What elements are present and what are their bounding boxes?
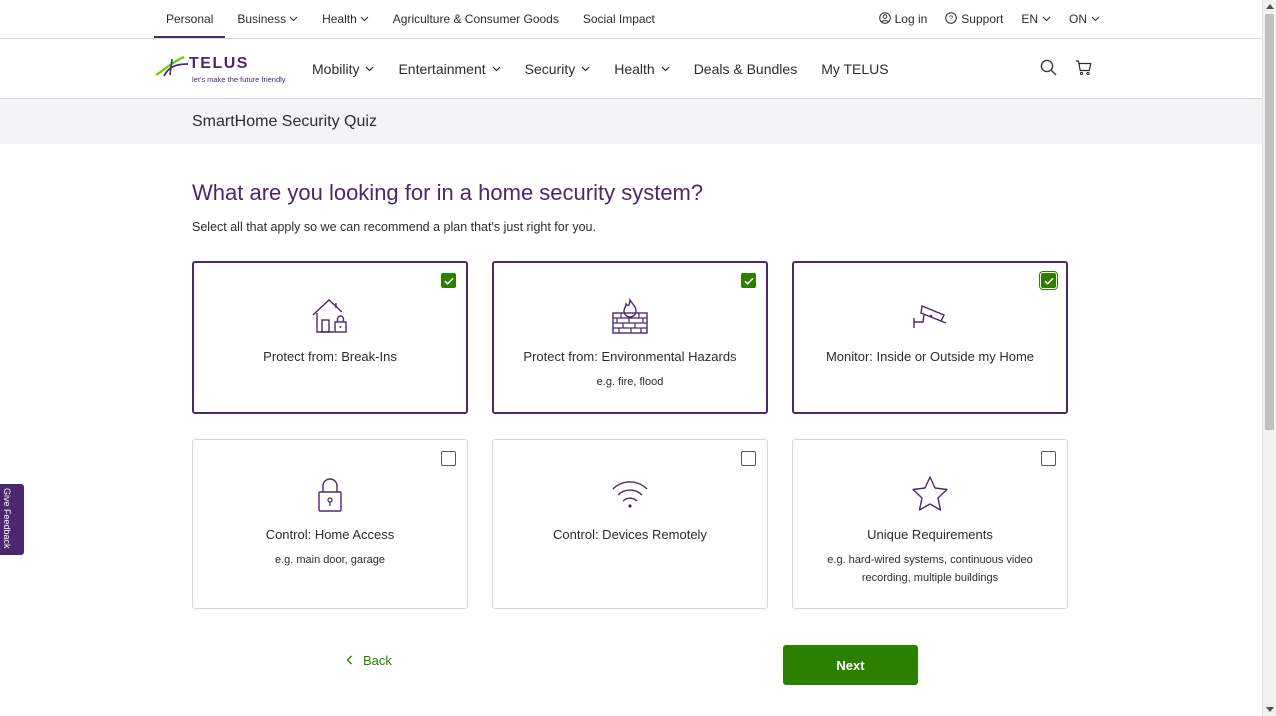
logo-wordmark: TELUS <box>189 55 249 72</box>
nav-label: Mobility <box>312 60 360 77</box>
nav-mobility[interactable]: Mobility <box>312 61 374 77</box>
segment-label: Agriculture & Consumer Goods <box>392 12 559 26</box>
give-feedback-tab[interactable]: Give Feedback <box>0 484 24 555</box>
province-label: ON <box>1069 12 1087 26</box>
search-icon[interactable] <box>1040 59 1057 81</box>
support-link[interactable]: ? Support <box>945 11 1004 27</box>
nav-actions <box>1040 59 1092 81</box>
language-label: EN <box>1021 12 1038 26</box>
province-selector[interactable]: ON <box>1069 12 1100 26</box>
wifi-icon <box>610 474 650 514</box>
chevron-down-icon <box>365 66 374 72</box>
nav-label: Entertainment <box>398 60 486 77</box>
padlock-icon <box>310 474 350 514</box>
option-label: Control: Home Access <box>265 527 395 542</box>
option-label: Monitor: Inside or Outside my Home <box>825 349 1035 364</box>
segment-business[interactable]: Business <box>225 0 310 38</box>
option-example: e.g. fire, flood <box>596 376 664 388</box>
scroll-thumb[interactable] <box>1265 14 1274 430</box>
option-card-monitor[interactable]: Monitor: Inside or Outside my Home <box>792 261 1068 414</box>
nav-my-telus[interactable]: My TELUS <box>821 61 888 77</box>
option-checkbox[interactable] <box>741 273 756 288</box>
chevron-down-icon <box>360 16 369 22</box>
segment-label: Health <box>322 12 357 26</box>
fire-wall-icon <box>610 296 650 336</box>
svg-text:?: ? <box>949 13 953 22</box>
option-card-break-ins[interactable]: Protect from: Break-Ins <box>192 261 468 414</box>
segment-label: Social Impact <box>582 12 655 26</box>
user-icon <box>878 11 891 27</box>
logo-tagline: let's make the future friendly <box>192 75 286 84</box>
segment-agriculture[interactable]: Agriculture & Consumer Goods <box>381 0 571 38</box>
chevron-left-icon <box>346 653 353 668</box>
scroll-up-arrow-icon[interactable] <box>1266 4 1274 9</box>
option-label: Unique Requirements <box>867 527 993 542</box>
login-label: Log in <box>894 12 928 26</box>
support-label: Support <box>961 12 1004 26</box>
option-checkbox[interactable] <box>1041 451 1056 466</box>
option-label: Control: Devices Remotely <box>553 527 707 542</box>
nav-label: Health <box>614 60 655 77</box>
utility-bar: Personal Business Health Agriculture & C… <box>0 0 1262 39</box>
back-button[interactable]: Back <box>346 653 392 668</box>
segment-health[interactable]: Health <box>310 0 381 38</box>
option-label: Protect from: Break-Ins <box>263 349 397 364</box>
telus-logo[interactable]: TELUS let's make the future friendly <box>154 55 290 85</box>
security-camera-icon <box>910 296 950 336</box>
nav-label: Deals & Bundles <box>693 60 798 77</box>
segment-personal[interactable]: Personal <box>154 0 226 38</box>
option-checkbox[interactable] <box>1041 273 1056 288</box>
segment-label: Business <box>237 12 287 26</box>
option-card-unique-requirements[interactable]: Unique Requirements e.g. hard-wired syst… <box>792 439 1068 609</box>
nav-deals-bundles[interactable]: Deals & Bundles <box>694 61 798 77</box>
house-lock-icon <box>310 296 350 336</box>
segment-nav: Personal Business Health Agriculture & C… <box>154 0 667 38</box>
language-selector[interactable]: EN <box>1021 12 1051 26</box>
nav-health[interactable]: Health <box>614 60 670 77</box>
primary-nav-links: Mobility Entertainment Security Health D… <box>312 39 889 98</box>
option-example: e.g. main door, garage <box>274 554 386 566</box>
telus-swoosh-icon <box>155 56 189 77</box>
login-link[interactable]: Log in <box>878 11 928 27</box>
option-label: Protect from: Environmental Hazards <box>523 349 737 364</box>
page-heading: What are you looking for in a home secur… <box>192 180 704 205</box>
page-subheading: Select all that apply so we can recommen… <box>192 220 596 234</box>
utility-links: Log in ? Support EN ON <box>878 0 1100 38</box>
star-icon <box>910 474 950 514</box>
segment-social-impact[interactable]: Social Impact <box>571 0 667 38</box>
main-nav: TELUS let's make the future friendly Mob… <box>0 39 1262 99</box>
nav-entertainment[interactable]: Entertainment <box>398 60 501 77</box>
quiz-title-band: SmartHome Security Quiz <box>0 99 1262 144</box>
chevron-down-icon <box>1091 16 1100 22</box>
option-card-devices-remotely[interactable]: Control: Devices Remotely <box>492 439 768 609</box>
chevron-down-icon <box>661 66 670 72</box>
page-scrollbar[interactable] <box>1262 0 1276 716</box>
segment-label: Personal <box>166 12 214 26</box>
option-card-home-access[interactable]: Control: Home Access e.g. main door, gar… <box>192 439 468 609</box>
cart-icon[interactable] <box>1075 59 1092 81</box>
option-example: e.g. hard-wired systems, continuous vide… <box>827 554 1033 584</box>
option-checkbox[interactable] <box>441 273 456 288</box>
chevron-down-icon <box>289 16 298 22</box>
option-checkbox[interactable] <box>441 451 456 466</box>
help-icon: ? <box>945 11 958 27</box>
quiz-title: SmartHome Security Quiz <box>192 113 377 130</box>
nav-security[interactable]: Security <box>525 61 591 77</box>
chevron-down-icon <box>492 66 501 72</box>
next-button[interactable]: Next <box>783 645 918 685</box>
chevron-down-icon <box>581 66 590 72</box>
option-checkbox[interactable] <box>741 451 756 466</box>
back-label: Back <box>363 653 392 668</box>
chevron-down-icon <box>1042 16 1051 22</box>
option-card-environmental-hazards[interactable]: Protect from: Environmental Hazards e.g.… <box>492 261 768 414</box>
nav-label: Security <box>524 60 576 77</box>
feedback-label: Give Feedback <box>2 488 12 549</box>
nav-label: My TELUS <box>821 60 889 77</box>
scroll-down-arrow-icon[interactable] <box>1266 707 1274 712</box>
